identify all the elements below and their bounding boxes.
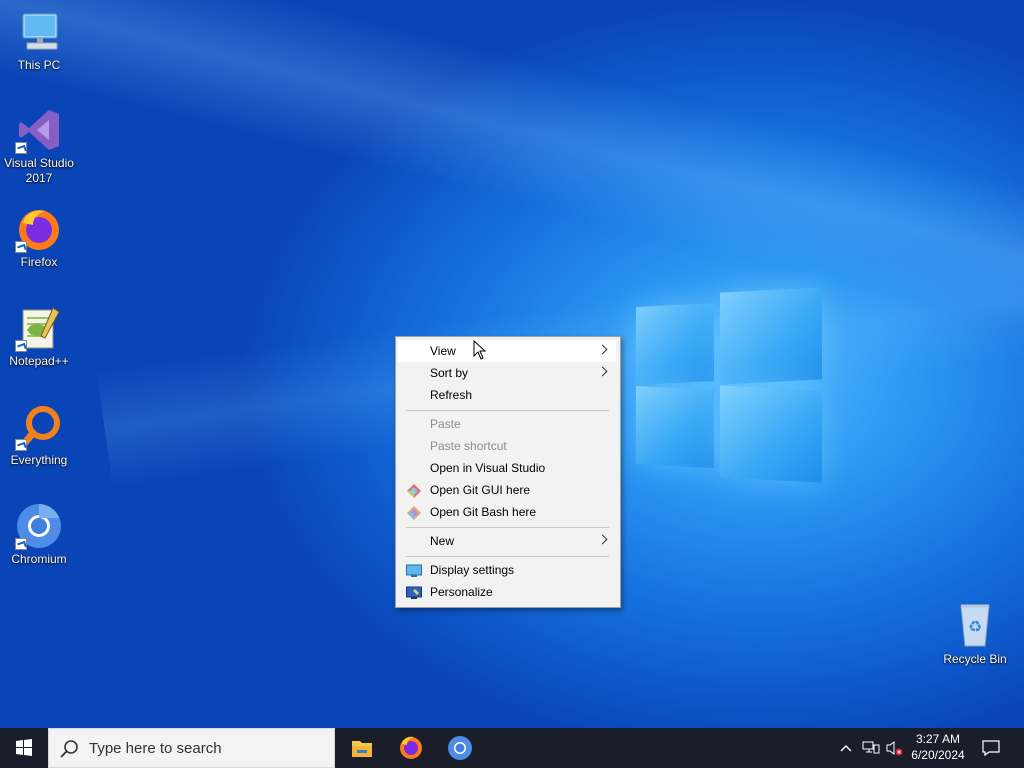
recycle-bin-icon: ♻	[951, 602, 999, 650]
search-placeholder: Type here to search	[89, 740, 222, 757]
desktop-icon-notepad-plus-plus[interactable]: Notepad++	[1, 304, 77, 369]
action-center-icon[interactable]	[981, 738, 1001, 763]
menu-item-display-settings[interactable]: Display settings	[398, 559, 616, 581]
desktop-icon-this-pc[interactable]: This PC	[1, 8, 77, 73]
menu-item-label: Paste shortcut	[430, 439, 507, 453]
mouse-cursor-icon	[473, 339, 487, 360]
everything-search-icon	[15, 403, 63, 451]
menu-item-label: Refresh	[430, 388, 473, 402]
menu-item-refresh[interactable]: Refresh	[398, 384, 616, 406]
menu-separator	[406, 410, 609, 411]
menu-item-label: View	[430, 344, 456, 358]
shortcut-arrow-icon	[15, 340, 27, 352]
icon-label: This PC	[17, 58, 61, 72]
chevron-up-icon[interactable]	[838, 740, 854, 761]
icon-label: Chromium	[11, 552, 67, 566]
menu-item-label: Display settings	[430, 563, 515, 577]
desktop-icon-firefox[interactable]: Firefox	[1, 205, 77, 270]
menu-item-open-git-bash[interactable]: Open Git Bash here	[398, 501, 616, 523]
chevron-right-icon	[597, 344, 608, 355]
menu-item-open-in-visual-studio[interactable]: Open in Visual Studio	[398, 457, 616, 479]
menu-item-open-git-gui[interactable]: Open Git GUI here	[398, 479, 616, 501]
firefox-icon	[15, 205, 63, 253]
menu-item-label: Open Git GUI here	[430, 483, 531, 497]
taskbar-firefox[interactable]	[387, 728, 435, 768]
clock-date: 6/20/2024	[911, 748, 965, 762]
clock[interactable]: 3:27 AM 6/20/2024	[906, 732, 970, 762]
volume-muted-icon[interactable]	[886, 740, 904, 761]
display-icon	[406, 563, 422, 577]
icon-label: Notepad++	[9, 354, 69, 368]
network-icon[interactable]	[862, 740, 880, 761]
menu-item-new[interactable]: New	[398, 530, 616, 552]
desktop-icon-everything[interactable]: Everything	[1, 403, 77, 468]
menu-separator	[406, 556, 609, 557]
light-beam	[0, 0, 1024, 344]
menu-item-view[interactable]: View	[398, 340, 616, 362]
menu-item-label: Open Git Bash here	[430, 505, 537, 519]
clock-time: 3:27 AM	[915, 732, 961, 746]
menu-item-label: Open in Visual Studio	[430, 461, 546, 475]
desktop-context-menu: View Sort by Refresh Paste Paste shortcu…	[395, 336, 621, 608]
icon-label: Visual Studio 2017	[4, 156, 74, 185]
menu-item-label: New	[430, 534, 455, 548]
svg-text:♻: ♻	[968, 617, 982, 636]
menu-item-label: Personalize	[430, 585, 493, 599]
desktop-icon-chromium[interactable]: Chromium	[1, 502, 77, 567]
git-bash-icon	[406, 505, 422, 520]
windows-logo-wallpaper	[636, 287, 824, 483]
icon-label: Everything	[10, 453, 68, 467]
shortcut-arrow-icon	[15, 538, 27, 550]
menu-item-paste-shortcut[interactable]: Paste shortcut	[398, 435, 616, 457]
icon-label: Recycle Bin	[943, 652, 1007, 666]
chromium-icon	[15, 502, 63, 550]
notepad-plus-plus-icon	[15, 304, 63, 352]
taskbar-search-box[interactable]: Type here to search	[48, 728, 335, 768]
start-button[interactable]	[0, 728, 48, 768]
menu-item-label: Paste	[430, 417, 461, 431]
file-explorer-icon	[352, 741, 372, 757]
taskbar-file-explorer[interactable]	[338, 728, 386, 768]
chevron-right-icon	[597, 366, 608, 377]
git-gui-icon	[406, 483, 422, 498]
icon-label: Firefox	[20, 255, 58, 269]
shortcut-arrow-icon	[15, 241, 27, 253]
chevron-right-icon	[597, 534, 608, 545]
menu-item-label: Sort by	[430, 366, 469, 380]
visual-studio-icon	[15, 106, 63, 154]
menu-item-paste[interactable]: Paste	[398, 413, 616, 435]
desktop-icon-recycle-bin[interactable]: ♻ Recycle Bin	[937, 602, 1013, 667]
desktop-icon-visual-studio[interactable]: Visual Studio 2017	[1, 106, 77, 186]
taskbar: Type here to search 3:27 AM 6/20/2024	[0, 728, 1024, 768]
menu-item-sort-by[interactable]: Sort by	[398, 362, 616, 384]
shortcut-arrow-icon	[15, 142, 27, 154]
chromium-icon	[448, 736, 472, 760]
search-icon	[60, 740, 78, 758]
computer-icon	[15, 8, 63, 56]
taskbar-chromium[interactable]	[436, 728, 484, 768]
shortcut-arrow-icon	[15, 439, 27, 451]
menu-item-personalize[interactable]: Personalize	[398, 581, 616, 603]
desktop[interactable]: This PC Visual Studio 2017 Firefox Notep…	[0, 0, 1024, 728]
menu-separator	[406, 527, 609, 528]
windows-start-icon	[16, 739, 32, 756]
firefox-icon	[400, 736, 422, 759]
personalize-icon	[406, 585, 422, 599]
